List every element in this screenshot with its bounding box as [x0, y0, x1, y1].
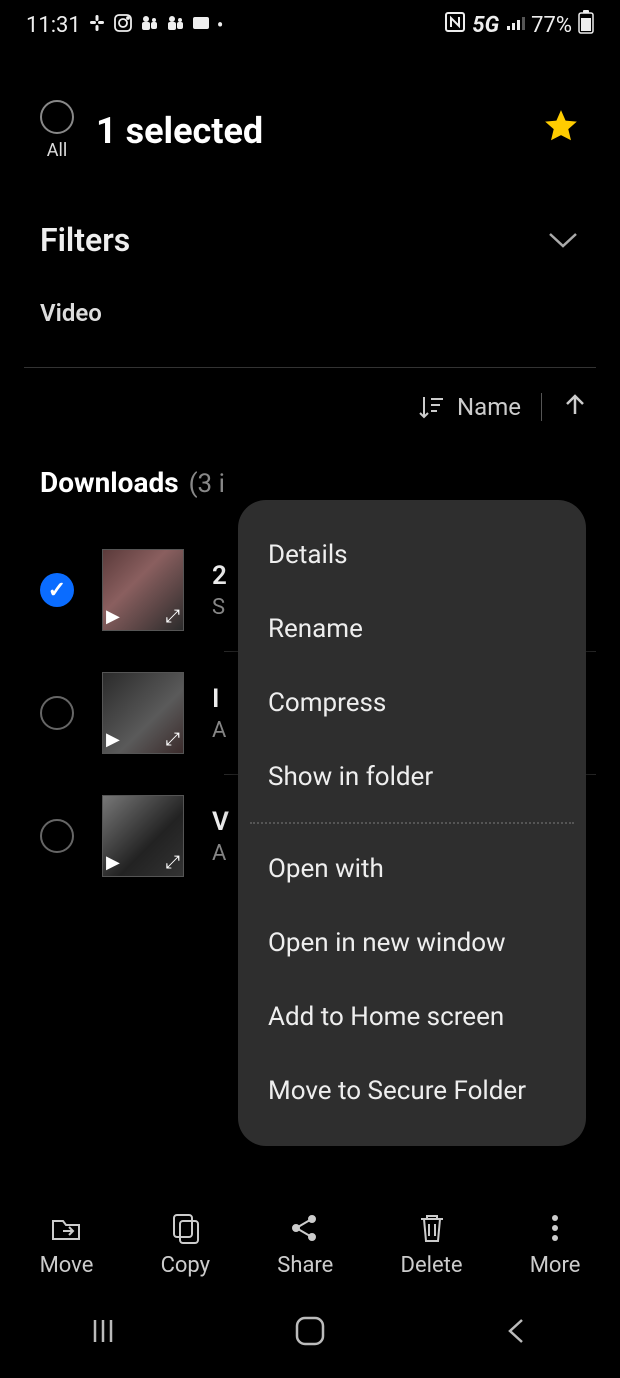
file-name: I — [212, 684, 226, 714]
copy-button[interactable]: Copy — [161, 1211, 211, 1278]
battery-icon — [578, 10, 594, 40]
back-icon — [500, 1314, 534, 1348]
menu-rename[interactable]: Rename — [238, 592, 586, 666]
checkbox[interactable] — [40, 696, 74, 730]
battery-percent: 77% — [531, 13, 572, 38]
more-button[interactable]: More — [530, 1211, 581, 1278]
downloads-title: Downloads — [40, 466, 179, 499]
expand-icon: ⤢ — [166, 729, 180, 750]
move-label: Move — [40, 1253, 94, 1278]
nfc-icon — [444, 11, 466, 39]
trash-icon — [415, 1211, 449, 1245]
share-button[interactable]: Share — [277, 1211, 333, 1278]
home-icon — [291, 1312, 329, 1350]
sort-label: Name — [457, 393, 521, 421]
expand-icon: ⤢ — [166, 606, 180, 627]
system-nav-bar — [0, 1288, 620, 1378]
file-subtitle: A — [212, 718, 226, 743]
select-all-button[interactable]: All — [40, 100, 74, 161]
separator — [541, 393, 542, 421]
selection-header: All 1 selected — [0, 50, 620, 191]
checkbox[interactable] — [40, 819, 74, 853]
teams-icon — [139, 13, 159, 38]
select-all-circle-icon — [40, 100, 74, 134]
file-subtitle: S — [212, 595, 227, 620]
checkbox-checked[interactable]: ✓ — [40, 573, 74, 607]
back-button[interactable] — [500, 1314, 534, 1352]
chevron-down-icon — [546, 230, 580, 250]
context-menu: Details Rename Compress Show in folder O… — [238, 500, 586, 1146]
file-name: V — [212, 807, 229, 837]
filters-label: Filters — [40, 221, 130, 259]
menu-details[interactable]: Details — [238, 518, 586, 592]
dot-icon: • — [217, 13, 224, 37]
status-time: 11:31 — [26, 13, 81, 38]
more-label: More — [530, 1253, 581, 1278]
play-icon: ▶ — [106, 852, 120, 873]
menu-open-with[interactable]: Open with — [238, 832, 586, 906]
copy-label: Copy — [161, 1253, 211, 1278]
delete-label: Delete — [401, 1253, 463, 1278]
menu-add-home[interactable]: Add to Home screen — [238, 980, 586, 1054]
menu-compress[interactable]: Compress — [238, 666, 586, 740]
video-thumbnail[interactable]: ▶ ⤢ — [102, 549, 184, 631]
teams-icon-2 — [165, 13, 185, 38]
copy-icon — [168, 1211, 202, 1245]
file-subtitle: A — [212, 841, 229, 866]
play-icon: ▶ — [106, 729, 120, 750]
move-icon — [49, 1211, 83, 1245]
menu-secure-folder[interactable]: Move to Secure Folder — [238, 1054, 586, 1128]
move-button[interactable]: Move — [40, 1211, 94, 1278]
downloads-count: (3 i — [189, 469, 225, 499]
delete-button[interactable]: Delete — [401, 1211, 463, 1278]
recents-button[interactable] — [86, 1314, 120, 1352]
action-bar: Move Copy Share Delete More — [0, 1201, 620, 1288]
instagram-icon — [113, 13, 133, 38]
share-label: Share — [277, 1253, 333, 1278]
network-type: 5G — [472, 13, 499, 38]
menu-show-in-folder[interactable]: Show in folder — [238, 740, 586, 814]
menu-open-new-window[interactable]: Open in new window — [238, 906, 586, 980]
star-icon — [542, 107, 580, 145]
signal-icon — [505, 12, 525, 38]
video-thumbnail[interactable]: ▶ ⤢ — [102, 672, 184, 754]
home-button[interactable] — [291, 1312, 329, 1354]
file-name: 2 — [212, 561, 227, 591]
sort-icon — [417, 393, 445, 421]
menu-separator — [250, 822, 574, 824]
status-bar: 11:31 • 5G 77% — [0, 0, 620, 50]
sort-row: Name — [0, 368, 620, 446]
more-icon — [538, 1211, 572, 1245]
arrow-up-icon — [562, 392, 588, 418]
slack-icon — [87, 13, 107, 38]
filters-toggle[interactable]: Filters — [0, 191, 620, 269]
recents-icon — [86, 1314, 120, 1348]
filter-type-value: Video — [0, 269, 620, 367]
selection-title: 1 selected — [96, 110, 520, 152]
expand-icon: ⤢ — [166, 852, 180, 873]
app-icon — [191, 13, 211, 38]
play-icon: ▶ — [106, 606, 120, 627]
select-all-label: All — [47, 140, 68, 161]
sort-direction-button[interactable] — [562, 392, 588, 422]
share-icon — [288, 1211, 322, 1245]
video-thumbnail[interactable]: ▶ ⤢ — [102, 795, 184, 877]
favorite-button[interactable] — [542, 107, 580, 155]
check-icon: ✓ — [48, 578, 66, 603]
sort-button[interactable]: Name — [417, 393, 521, 421]
